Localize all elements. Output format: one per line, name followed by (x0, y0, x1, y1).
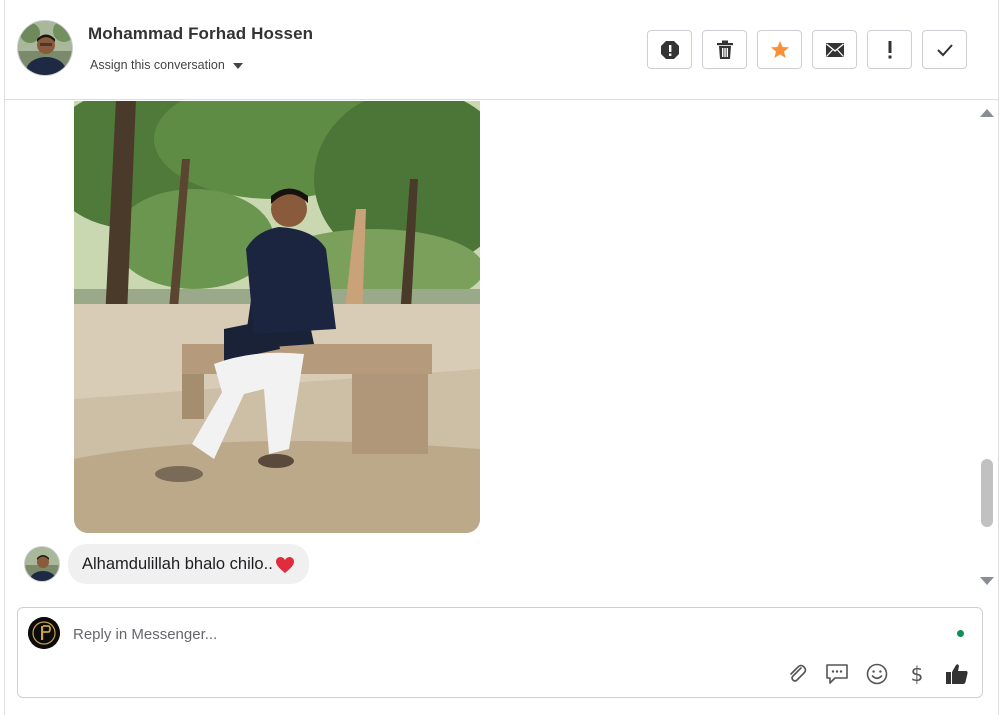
message-bubble[interactable]: Alhamdulillah bhalo chilo.. (68, 544, 309, 584)
conversation-pane: Mohammad Forhad Hossen Assign this conve… (4, 0, 999, 715)
online-status-dot (957, 630, 964, 637)
saved-replies-button[interactable] (824, 661, 850, 687)
assign-label: Assign this conversation (90, 58, 225, 72)
assign-conversation-dropdown[interactable]: Assign this conversation (90, 58, 243, 72)
sender-avatar[interactable] (24, 546, 60, 582)
scroll-thumb[interactable] (981, 459, 993, 527)
star-icon (770, 40, 789, 58)
contact-avatar[interactable] (17, 20, 73, 76)
thumbs-up-icon (946, 664, 968, 684)
scroll-down-arrow-icon[interactable] (980, 577, 994, 585)
saved-replies-icon (826, 664, 848, 684)
action-toolbar (647, 30, 967, 69)
conversation-header: Mohammad Forhad Hossen Assign this conve… (5, 0, 998, 100)
emoji-icon (866, 663, 888, 685)
payment-button[interactable]: $ (904, 661, 930, 687)
composer-tools: $ (784, 661, 970, 687)
emoji-button[interactable] (864, 661, 890, 687)
photo-attachment[interactable] (74, 101, 480, 533)
caret-down-icon (232, 62, 243, 69)
reply-composer: $ (17, 607, 983, 698)
mark-spam-button[interactable] (647, 30, 692, 69)
trash-icon (716, 40, 733, 59)
message-thread[interactable]: Alhamdulillah bhalo chilo.. (5, 101, 998, 595)
send-like-button[interactable] (944, 661, 970, 687)
thread-scrollbar[interactable] (978, 101, 998, 595)
spam-icon (660, 40, 679, 59)
page-avatar (28, 617, 60, 649)
exclamation-icon (888, 40, 891, 58)
contact-name[interactable]: Mohammad Forhad Hossen (88, 24, 313, 44)
reply-input[interactable] (73, 622, 913, 646)
heart-icon (275, 556, 294, 573)
delete-button[interactable] (702, 30, 747, 69)
paperclip-icon (790, 664, 807, 682)
mark-unread-button[interactable] (812, 30, 857, 69)
attach-button[interactable] (784, 661, 810, 687)
mark-done-button[interactable] (922, 30, 967, 69)
checkmark-icon (936, 43, 953, 56)
envelope-icon (825, 42, 844, 57)
message-text: Alhamdulillah bhalo chilo.. (82, 555, 273, 573)
message-row: Alhamdulillah bhalo chilo.. (24, 544, 309, 584)
scroll-up-arrow-icon[interactable] (980, 109, 994, 117)
star-button[interactable] (757, 30, 802, 69)
dollar-icon: $ (910, 662, 924, 686)
follow-up-button[interactable] (867, 30, 912, 69)
